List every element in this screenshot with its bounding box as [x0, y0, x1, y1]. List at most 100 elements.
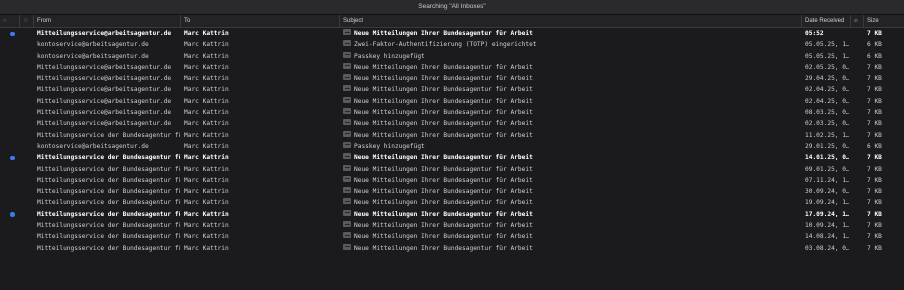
message-date: 02.04.25, 0… [805, 97, 849, 105]
message-subject-cell: Passkey hinzugefügt [343, 51, 798, 62]
message-row[interactable]: Mitteilungsservice der Bundesagentur fü…… [0, 130, 904, 141]
message-size: 7 KB [867, 154, 882, 162]
message-subject-cell: Neue Mitteilungen Ihrer Bundesagentur fü… [343, 84, 798, 95]
message-date: 09.01.25, 0… [805, 165, 849, 173]
message-to: Marc Kattrin [184, 154, 229, 162]
unread-dot-icon[interactable] [10, 31, 15, 36]
message-to: Marc Kattrin [184, 222, 229, 230]
date-column-header[interactable]: Date Received ∨ [802, 15, 851, 27]
message-to: Marc Kattrin [184, 142, 229, 150]
message-subject-cell: Neue Mitteilungen Ihrer Bundesagentur fü… [343, 107, 798, 118]
message-row[interactable]: kontoservice@arbeitsagentur.de Marc Kattr… [0, 51, 904, 62]
message-date: 29.01.25, 0… [805, 142, 849, 150]
message-to: Marc Kattrin [184, 63, 229, 71]
message-to: Marc Kattrin [184, 86, 229, 94]
message-from: Mitteilungsservice der Bundesagentur fü… [37, 222, 180, 230]
to-column-header[interactable]: To [181, 15, 340, 27]
message-row[interactable]: kontoservice@arbeitsagentur.de Marc Kattr… [0, 141, 904, 152]
message-date: 30.09.24, 0… [805, 188, 849, 196]
message-to: Marc Kattrin [184, 233, 229, 241]
message-subject: Neue Mitteilungen Ihrer Bundesagentur fü… [354, 30, 533, 37]
message-to: Marc Kattrin [184, 75, 229, 83]
message-subject-cell: Neue Mitteilungen Ihrer Bundesagentur fü… [343, 28, 798, 39]
message-size: 7 KB [867, 199, 882, 207]
message-from: Mitteilungsservice der Bundesagentur fü… [37, 165, 180, 173]
unread-dot-icon[interactable] [10, 155, 15, 161]
message-subject: Neue Mitteilungen Ihrer Bundesagentur fü… [354, 86, 533, 94]
star-icon: ☆ [23, 18, 29, 24]
message-subject-cell: Zwei-Faktor-Authentifizierung (TOTP) ein… [343, 39, 798, 50]
message-list: Mitteilungsservice@arbeitsagentur.de Marc… [0, 28, 904, 254]
message-subject: Neue Mitteilungen Ihrer Bundesagentur fü… [354, 199, 533, 207]
message-size: 7 KB [867, 109, 882, 117]
message-date: 19.09.24, 1… [805, 199, 849, 207]
message-row[interactable]: Mitteilungsservice@arbeitsagentur.de Marc… [0, 118, 904, 129]
message-size: 7 KB [867, 75, 882, 83]
message-type-icon [343, 198, 351, 205]
message-row[interactable]: Mitteilungsservice@arbeitsagentur.de Marc… [0, 73, 904, 84]
message-from: Mitteilungsservice@arbeitsagentur.de [37, 30, 172, 37]
message-from: kontoservice@arbeitsagentur.de [37, 52, 149, 60]
message-type-icon [343, 29, 351, 35]
unread-dot-icon[interactable] [10, 212, 15, 217]
message-row[interactable]: Mitteilungsservice der Bundesagentur fü…… [0, 152, 904, 163]
message-to: Marc Kattrin [184, 176, 229, 184]
message-date: 14.01.25, 0… [805, 154, 849, 162]
message-subject-cell: Neue Mitteilungen Ihrer Bundesagentur fü… [343, 130, 798, 141]
message-row[interactable]: Mitteilungsservice der Bundesagentur fü…… [0, 164, 904, 175]
status-column-header[interactable]: ○ [0, 15, 20, 27]
message-type-icon [343, 108, 351, 115]
message-from: Mitteilungsservice@arbeitsagentur.de [37, 109, 172, 117]
message-date: 05.05.25, 1… [805, 41, 849, 49]
message-from: Mitteilungsservice der Bundesagentur fü… [37, 188, 180, 196]
message-to: Marc Kattrin [184, 30, 229, 37]
message-type-icon [343, 130, 351, 137]
message-to: Marc Kattrin [184, 109, 229, 117]
message-type-icon [343, 40, 351, 47]
paperclip-icon: ⌀ [854, 18, 858, 24]
message-subject: Neue Mitteilungen Ihrer Bundesagentur fü… [354, 233, 533, 241]
from-column-header[interactable]: From [34, 15, 181, 27]
message-row[interactable]: Mitteilungsservice@arbeitsagentur.de Marc… [0, 28, 904, 39]
message-subject-cell: Neue Mitteilungen Ihrer Bundesagentur fü… [343, 175, 798, 186]
message-size: 7 KB [867, 233, 882, 241]
message-subject-cell: Neue Mitteilungen Ihrer Bundesagentur fü… [343, 62, 798, 73]
message-from: Mitteilungsservice der Bundesagentur fü… [37, 176, 180, 184]
message-subject: Passkey hinzugefügt [354, 52, 425, 60]
size-column-header[interactable]: Size [864, 15, 904, 27]
message-type-icon [343, 96, 351, 103]
message-to: Marc Kattrin [184, 120, 229, 128]
message-subject: Neue Mitteilungen Ihrer Bundesagentur fü… [354, 154, 533, 162]
message-row[interactable]: Mitteilungsservice der Bundesagentur fü…… [0, 220, 904, 231]
message-type-icon [343, 119, 351, 126]
message-to: Marc Kattrin [184, 199, 229, 207]
message-date: 02.04.25, 0… [805, 86, 849, 94]
message-row[interactable]: Mitteilungsservice der Bundesagentur fü…… [0, 197, 904, 208]
message-row[interactable]: Mitteilungsservice der Bundesagentur fü…… [0, 175, 904, 186]
message-row[interactable]: kontoservice@arbeitsagentur.de Marc Kattr… [0, 39, 904, 50]
message-row[interactable]: Mitteilungsservice der Bundesagentur fü…… [0, 209, 904, 220]
flag-column-header[interactable]: ☆ [20, 15, 34, 27]
message-row[interactable]: Mitteilungsservice der Bundesagentur fü…… [0, 186, 904, 197]
message-type-icon [343, 209, 351, 216]
message-size: 7 KB [867, 30, 882, 37]
message-subject: Neue Mitteilungen Ihrer Bundesagentur fü… [354, 131, 533, 139]
message-subject: Neue Mitteilungen Ihrer Bundesagentur fü… [354, 120, 533, 128]
message-row[interactable]: Mitteilungsservice@arbeitsagentur.de Marc… [0, 84, 904, 95]
message-from: Mitteilungsservice der Bundesagentur fü… [37, 210, 180, 218]
message-subject-cell: Neue Mitteilungen Ihrer Bundesagentur fü… [343, 220, 798, 231]
attachment-column-header[interactable]: ⌀ [851, 15, 864, 27]
message-size: 7 KB [867, 176, 882, 184]
message-row[interactable]: Mitteilungsservice@arbeitsagentur.de Marc… [0, 62, 904, 73]
message-size: 7 KB [867, 222, 882, 230]
message-date: 05:52 [805, 30, 824, 37]
message-row[interactable]: Mitteilungsservice der Bundesagentur fü…… [0, 243, 904, 254]
subject-column-header[interactable]: Subject [340, 15, 802, 27]
message-subject: Neue Mitteilungen Ihrer Bundesagentur fü… [354, 244, 533, 252]
message-row[interactable]: Mitteilungsservice der Bundesagentur fü…… [0, 231, 904, 242]
message-row[interactable]: Mitteilungsservice@arbeitsagentur.de Marc… [0, 107, 904, 118]
message-type-icon [343, 74, 351, 81]
message-from: Mitteilungsservice@arbeitsagentur.de [37, 75, 172, 83]
message-from: Mitteilungsservice der Bundesagentur fü… [37, 233, 180, 241]
message-row[interactable]: Mitteilungsservice@arbeitsagentur.de Marc… [0, 96, 904, 107]
